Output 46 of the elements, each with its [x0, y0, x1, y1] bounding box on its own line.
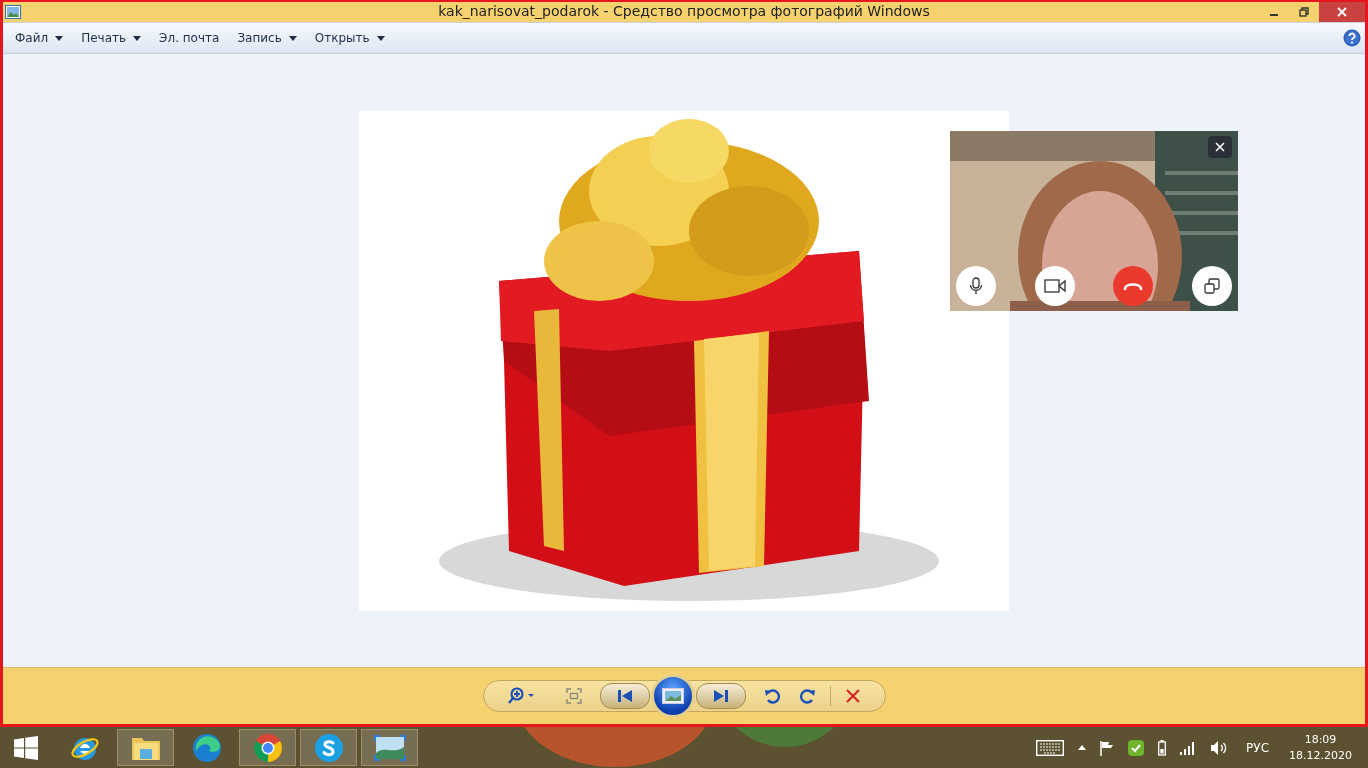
battery-icon[interactable]: [1158, 739, 1167, 756]
close-button[interactable]: [1208, 136, 1232, 158]
skip-back-icon: [616, 689, 633, 703]
close-icon: [1215, 142, 1225, 152]
zoom-icon: [507, 687, 536, 705]
folder-button[interactable]: [117, 729, 174, 766]
delete-icon: [844, 688, 861, 704]
photo-viewer-icon: [5, 5, 21, 19]
windows-logo: [14, 735, 38, 760]
photo-app-button[interactable]: [361, 729, 418, 766]
chat-app-button[interactable]: [300, 729, 357, 766]
clock-time[interactable]: 18:09: [1304, 731, 1337, 748]
menu-item[interactable]: Запись: [233, 28, 305, 48]
video-camera-icon: [1043, 278, 1066, 294]
caret-icon[interactable]: [1078, 745, 1087, 750]
restore-icon: [1299, 7, 1309, 17]
fit-icon: [565, 688, 582, 704]
flag-icon[interactable]: [1100, 739, 1115, 756]
browser-icon: [191, 732, 222, 763]
next-button[interactable]: [695, 683, 746, 709]
phone-icon: [1123, 281, 1144, 291]
chat-app-icon: [313, 732, 344, 763]
image-icon: [661, 688, 684, 704]
minimize-icon: [1270, 14, 1278, 16]
photo-icon: [373, 734, 406, 761]
windows-icon: [1201, 276, 1222, 296]
language-indicator[interactable]: РУС: [1246, 740, 1269, 755]
rotate-right-icon: [799, 688, 816, 704]
close-icon: [1337, 7, 1347, 17]
window-title: kak_narisovat_podarok - Средство просмотра фотографий Windows: [438, 3, 930, 19]
previous-button[interactable]: [599, 683, 650, 709]
menu-item[interactable]: Печать: [77, 28, 150, 48]
keyboard-icon[interactable]: [1036, 739, 1065, 756]
help-icon[interactable]: [1343, 29, 1361, 47]
skip-forward-icon: [712, 689, 729, 703]
clock-date[interactable]: 18.12.2020: [1289, 747, 1352, 764]
browser-button[interactable]: [239, 729, 296, 766]
menu-item[interactable]: Файл: [11, 28, 72, 48]
signal-icon[interactable]: [1180, 740, 1197, 755]
slideshow-button[interactable]: [650, 674, 695, 718]
menu-item[interactable]: Эл. почта: [155, 28, 228, 48]
menu-item[interactable]: Открыть: [310, 28, 393, 48]
speaker-icon[interactable]: [1210, 739, 1229, 756]
browser-icon: [252, 732, 283, 763]
rotate-left-icon: [763, 688, 780, 704]
shield-check-icon[interactable]: [1128, 739, 1145, 756]
